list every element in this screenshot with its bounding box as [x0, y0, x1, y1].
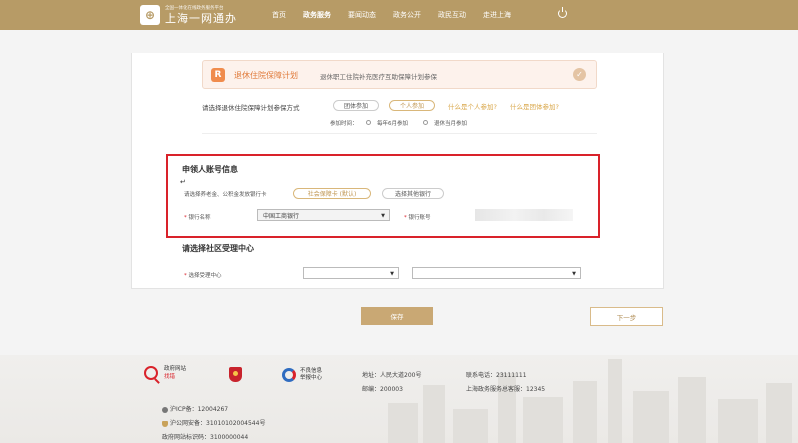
nav-gov-open[interactable]: 政务公开 [393, 10, 421, 20]
bank-account-input[interactable] [475, 209, 573, 221]
footer-address: 地址：人民大道200号 [362, 372, 422, 379]
nav-about-shanghai[interactable]: 走进上海 [483, 10, 511, 20]
save-button[interactable]: 保存 [361, 307, 433, 325]
social-security-card-option[interactable]: 社会保障卡 (默认) [293, 188, 371, 199]
magnifier-icon [144, 366, 158, 380]
footer: 政府网站 找错 不良信息 举报中心 地址：人民大道200号 邮编：200003 … [0, 355, 798, 443]
top-header: ⊕ 全国一体化在线政务服务平台 上海一网通办 首页 政务服务 要闻动态 政务公开… [0, 0, 798, 30]
logo-emblem-icon: ⊕ [140, 5, 160, 25]
footer-gov-id: 政府网站标识码：3100000044 [162, 434, 249, 441]
icp-icon [162, 406, 168, 413]
main-nav: 首页 政务服务 要闻动态 政务公开 政民互动 走进上海 [272, 10, 528, 20]
plan-title: 退休住院保障计划 [234, 71, 298, 80]
retire-month-label: 退休当月参加 [434, 121, 468, 127]
june-join-label: 每年6月参加 [377, 121, 408, 127]
center-label: 选择受理中心 [188, 273, 222, 279]
center-select[interactable]: ▼ [412, 267, 581, 279]
june-join-radio[interactable] [366, 120, 371, 125]
bank-name-value: 中国工商银行 [263, 212, 300, 220]
plan-badge-icon: R [211, 68, 225, 82]
bank-name-label: 银行名称 [188, 215, 211, 221]
nav-interaction[interactable]: 政民互动 [438, 10, 466, 20]
nav-news[interactable]: 要闻动态 [348, 10, 376, 20]
report-center-icon[interactable] [282, 368, 296, 382]
group-join-option[interactable]: 团体参加 [333, 100, 379, 111]
check-icon: ✓ [573, 68, 586, 81]
footer-icp[interactable]: 沪ICP备：12004267 [162, 404, 228, 413]
what-is-individual-link[interactable]: 什么是个人参加? [448, 101, 497, 111]
join-time-label: 参加时间： [330, 121, 358, 127]
footer-phone: 联系电话：23111111 [466, 372, 527, 379]
footer-police-record[interactable]: 沪公网安备：31010102004544号 [162, 418, 265, 427]
footer-postcode: 邮编：200003 [362, 386, 403, 393]
required-mark: * [184, 215, 187, 221]
chevron-down-icon: ▼ [390, 271, 394, 277]
section-divider [202, 133, 597, 134]
next-step-button[interactable]: 下一步 [590, 307, 663, 326]
chevron-down-icon: ▼ [381, 213, 385, 219]
logout-power-icon[interactable] [558, 7, 567, 18]
logo-subtitle: 全国一体化在线政务服务平台 [165, 5, 224, 11]
retire-month-radio[interactable] [423, 120, 428, 125]
party-emblem-icon[interactable] [229, 367, 242, 382]
nav-home[interactable]: 首页 [272, 10, 286, 20]
chevron-down-icon: ▼ [572, 271, 576, 277]
police-badge-icon [162, 420, 168, 427]
bank-card-label: 请选择养老金、公积金发放银行卡 [184, 192, 267, 198]
footer-hotline: 上海政务服务总客服：12345 [466, 386, 546, 393]
required-mark: * [184, 273, 187, 279]
report-center-link[interactable]: 不良信息 举报中心 [300, 368, 322, 382]
account-section-title: 申领人账号信息 [182, 165, 238, 174]
gov-site-text: 政府网站 [164, 366, 187, 372]
bank-account-label: 银行账号 [408, 215, 431, 221]
enter-mark: ↵ [180, 178, 186, 186]
site-logo[interactable]: ⊕ 全国一体化在线政务服务平台 上海一网通办 [140, 4, 237, 26]
district-select[interactable]: ▼ [303, 267, 399, 279]
city-skyline-image [378, 355, 798, 443]
gov-site-error-report[interactable]: 政府网站 找错 [144, 365, 186, 381]
individual-join-option[interactable]: 个人参加 [389, 100, 435, 111]
find-error-text: 找错 [164, 374, 176, 380]
logo-title: 上海一网通办 [165, 11, 237, 25]
required-mark: * [404, 215, 407, 221]
nav-gov-services[interactable]: 政务服务 [303, 10, 331, 20]
participation-label: 请选择退休住院保障计划参保方式 [202, 104, 300, 112]
what-is-group-link[interactable]: 什么是团体参加? [510, 101, 559, 111]
plan-description: 退休职工住院补充医疗互助保障计划参保 [320, 73, 437, 81]
center-section-title: 请选择社区受理中心 [182, 244, 254, 253]
plan-banner: R 退休住院保障计划 退休职工住院补充医疗互助保障计划参保 ✓ [202, 60, 597, 89]
other-bank-option[interactable]: 选择其他银行 [382, 188, 444, 199]
bank-name-select[interactable]: 中国工商银行 ▼ [257, 209, 390, 221]
